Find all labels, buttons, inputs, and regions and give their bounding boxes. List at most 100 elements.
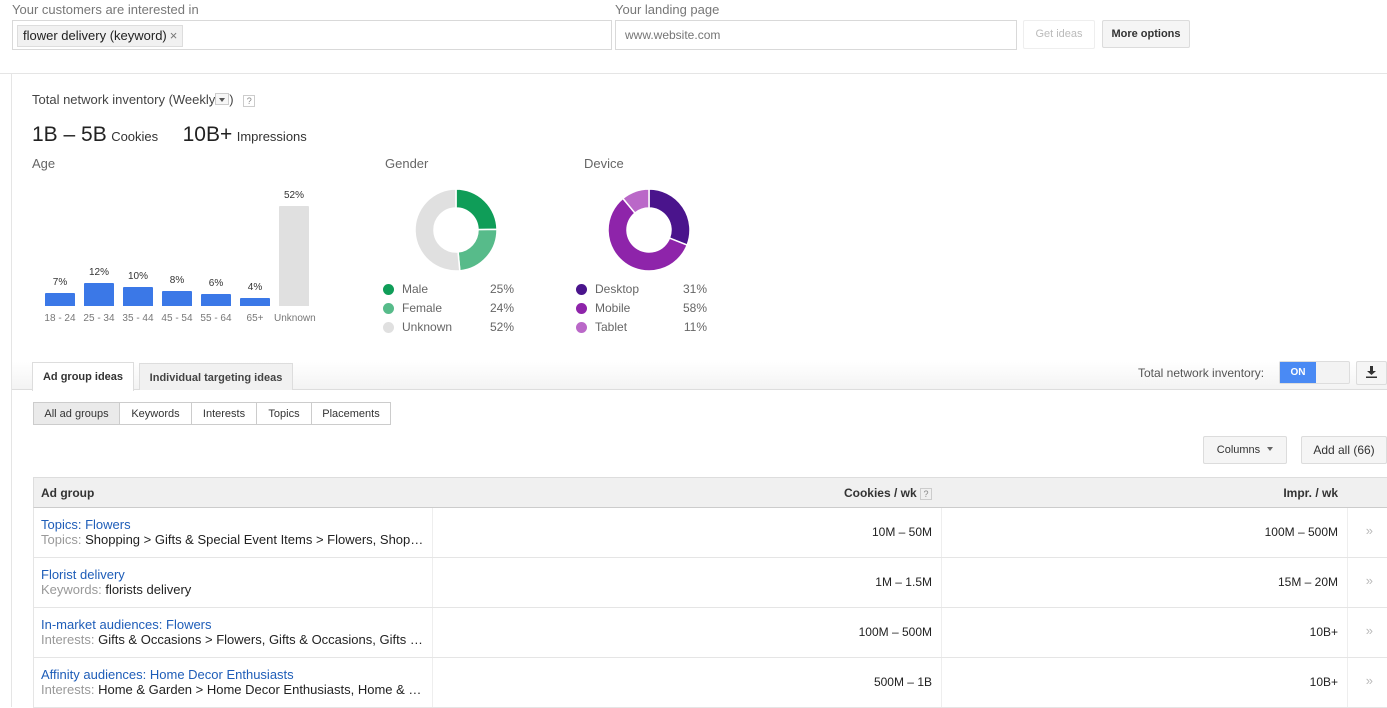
legend-value: 58% — [682, 301, 707, 315]
filter-interests[interactable]: Interests — [191, 402, 257, 425]
age-chart-title: Age — [32, 156, 56, 171]
age-bar — [45, 293, 75, 306]
age-bar — [162, 291, 192, 306]
ad-group-description: Topics: Shopping > Gifts & Special Event… — [41, 532, 426, 547]
filter-all-ad-groups[interactable]: All ad groups — [33, 402, 120, 425]
legend-label: Mobile — [595, 301, 631, 315]
impr-cell: 100M – 500M — [1264, 525, 1338, 539]
table-row[interactable]: Florist delivery Keywords: florists deli… — [33, 558, 1387, 608]
gender-slice-unknown — [415, 189, 461, 271]
add-all-button[interactable]: Add all (66) — [1301, 436, 1387, 464]
download-button[interactable] — [1356, 361, 1387, 385]
filter-topics[interactable]: Topics — [256, 402, 312, 425]
ad-group-link[interactable]: Affinity audiences: Home Decor Enthusias… — [41, 667, 294, 682]
add-row-arrow-icon[interactable]: » — [1366, 623, 1373, 638]
columns-label: Columns — [1216, 444, 1261, 456]
remove-chip-icon[interactable]: × — [170, 28, 178, 43]
add-row-arrow-icon[interactable]: » — [1366, 573, 1373, 588]
age-category-label: 65+ — [246, 313, 264, 324]
device-legend-item: Tablet — [576, 320, 627, 334]
inventory-toggle[interactable]: ON — [1279, 361, 1350, 384]
table-row[interactable]: In-market audiences: Flowers Interests: … — [33, 608, 1387, 658]
landing-page-input[interactable] — [616, 21, 1016, 49]
keyword-chip-label: flower delivery (keyword) — [23, 28, 167, 43]
impressions-label: Impressions — [236, 129, 307, 144]
column-divider — [1347, 558, 1348, 607]
age-bar — [240, 298, 270, 306]
ad-group-description: Interests: Home & Garden > Home Decor En… — [41, 682, 426, 697]
add-row-arrow-icon[interactable]: » — [1366, 523, 1373, 538]
device-legend-item: Desktop — [576, 282, 639, 296]
column-divider — [432, 508, 433, 557]
legend-value: 11% — [683, 320, 707, 334]
tab-ad-group-ideas[interactable]: Ad group ideas — [32, 362, 134, 391]
age-bar-label: 8% — [169, 275, 185, 286]
add-row-arrow-icon[interactable]: » — [1366, 673, 1373, 688]
inventory-totals: 1B – 5B Cookies 10B+ Impressions — [32, 123, 307, 147]
age-bar-label: 12% — [88, 267, 109, 278]
ad-group-description: Keywords: florists delivery — [41, 582, 426, 597]
description-prefix: Keywords: — [41, 582, 102, 597]
interest-label: Your customers are interested in — [12, 2, 199, 17]
help-icon[interactable]: ? — [243, 95, 256, 107]
age-bar — [279, 206, 309, 306]
legend-label: Unknown — [402, 320, 453, 334]
column-divider — [1347, 508, 1348, 557]
help-icon[interactable]: ? — [920, 488, 932, 500]
header-ad-group[interactable]: Ad group — [41, 486, 94, 500]
column-divider — [941, 508, 942, 557]
filter-keywords[interactable]: Keywords — [119, 402, 192, 425]
cookies-cell: 10M – 50M — [871, 525, 932, 539]
gender-slice-male — [455, 189, 497, 231]
interest-input[interactable]: flower delivery (keyword) × — [12, 20, 612, 50]
ad-group-link[interactable]: In-market audiences: Flowers — [41, 617, 212, 632]
age-bar-label: 52% — [283, 190, 304, 201]
column-divider — [432, 558, 433, 607]
tab-individual-targeting-ideas[interactable]: Individual targeting ideas — [139, 363, 293, 390]
filter-placements[interactable]: Placements — [311, 402, 391, 425]
table-row[interactable]: Topics: Flowers Topics: Shopping > Gifts… — [33, 508, 1387, 558]
age-bar — [84, 283, 114, 306]
age-category-label: 35 - 44 — [122, 313, 154, 324]
cookies-label: Cookies — [111, 129, 159, 144]
ad-group-link[interactable]: Topics: Flowers — [41, 517, 131, 532]
header-impr[interactable]: Impr. / wk — [1283, 486, 1338, 500]
column-divider — [432, 658, 433, 707]
landing-label: Your landing page — [615, 2, 720, 17]
age-bar-label: 4% — [247, 282, 263, 293]
left-border — [11, 73, 12, 707]
legend-dot-icon — [383, 302, 394, 314]
table-row[interactable]: Affinity audiences: Home Decor Enthusias… — [33, 658, 1387, 708]
age-chart: 7% 18 - 24 12% 25 - 34 10% 35 - 44 8% 45 - 54 6%… — [40, 180, 330, 330]
get-ideas-button[interactable]: Get ideas — [1023, 20, 1095, 49]
columns-button[interactable]: Columns — [1203, 436, 1287, 464]
landing-field[interactable] — [615, 20, 1017, 50]
more-options-button[interactable]: More options — [1102, 20, 1190, 48]
impr-cell: 10B+ — [1309, 675, 1338, 689]
cookies-value: 1B – 5B — [32, 123, 107, 146]
period-dropdown-icon[interactable] — [215, 93, 230, 105]
legend-value: 31% — [682, 282, 707, 296]
age-category-label: Unknown — [274, 313, 316, 324]
age-bar — [201, 294, 231, 306]
age-bar-label: 7% — [52, 277, 68, 288]
gender-slice-female — [457, 228, 497, 271]
column-divider — [941, 608, 942, 657]
legend-label: Male — [402, 282, 429, 296]
column-divider — [941, 658, 942, 707]
column-divider — [432, 608, 433, 657]
description-text: Shopping > Gifts & Special Event Items >… — [85, 532, 424, 547]
legend-dot-icon — [576, 321, 587, 333]
impr-cell: 15M – 20M — [1277, 575, 1338, 589]
ad-group-link[interactable]: Florist delivery — [41, 567, 125, 582]
header-cookies[interactable]: Cookies / wk ? — [844, 486, 932, 500]
gender-chart-title: Gender — [385, 156, 429, 171]
legend-value: 25% — [489, 282, 514, 296]
cookies-cell: 100M – 500M — [858, 625, 932, 639]
column-divider — [941, 558, 942, 607]
impressions-value: 10B+ — [182, 123, 233, 146]
age-category-label: 55 - 64 — [200, 313, 232, 324]
legend-label: Female — [402, 301, 443, 315]
legend-dot-icon — [383, 283, 394, 295]
device-donut — [608, 189, 690, 271]
